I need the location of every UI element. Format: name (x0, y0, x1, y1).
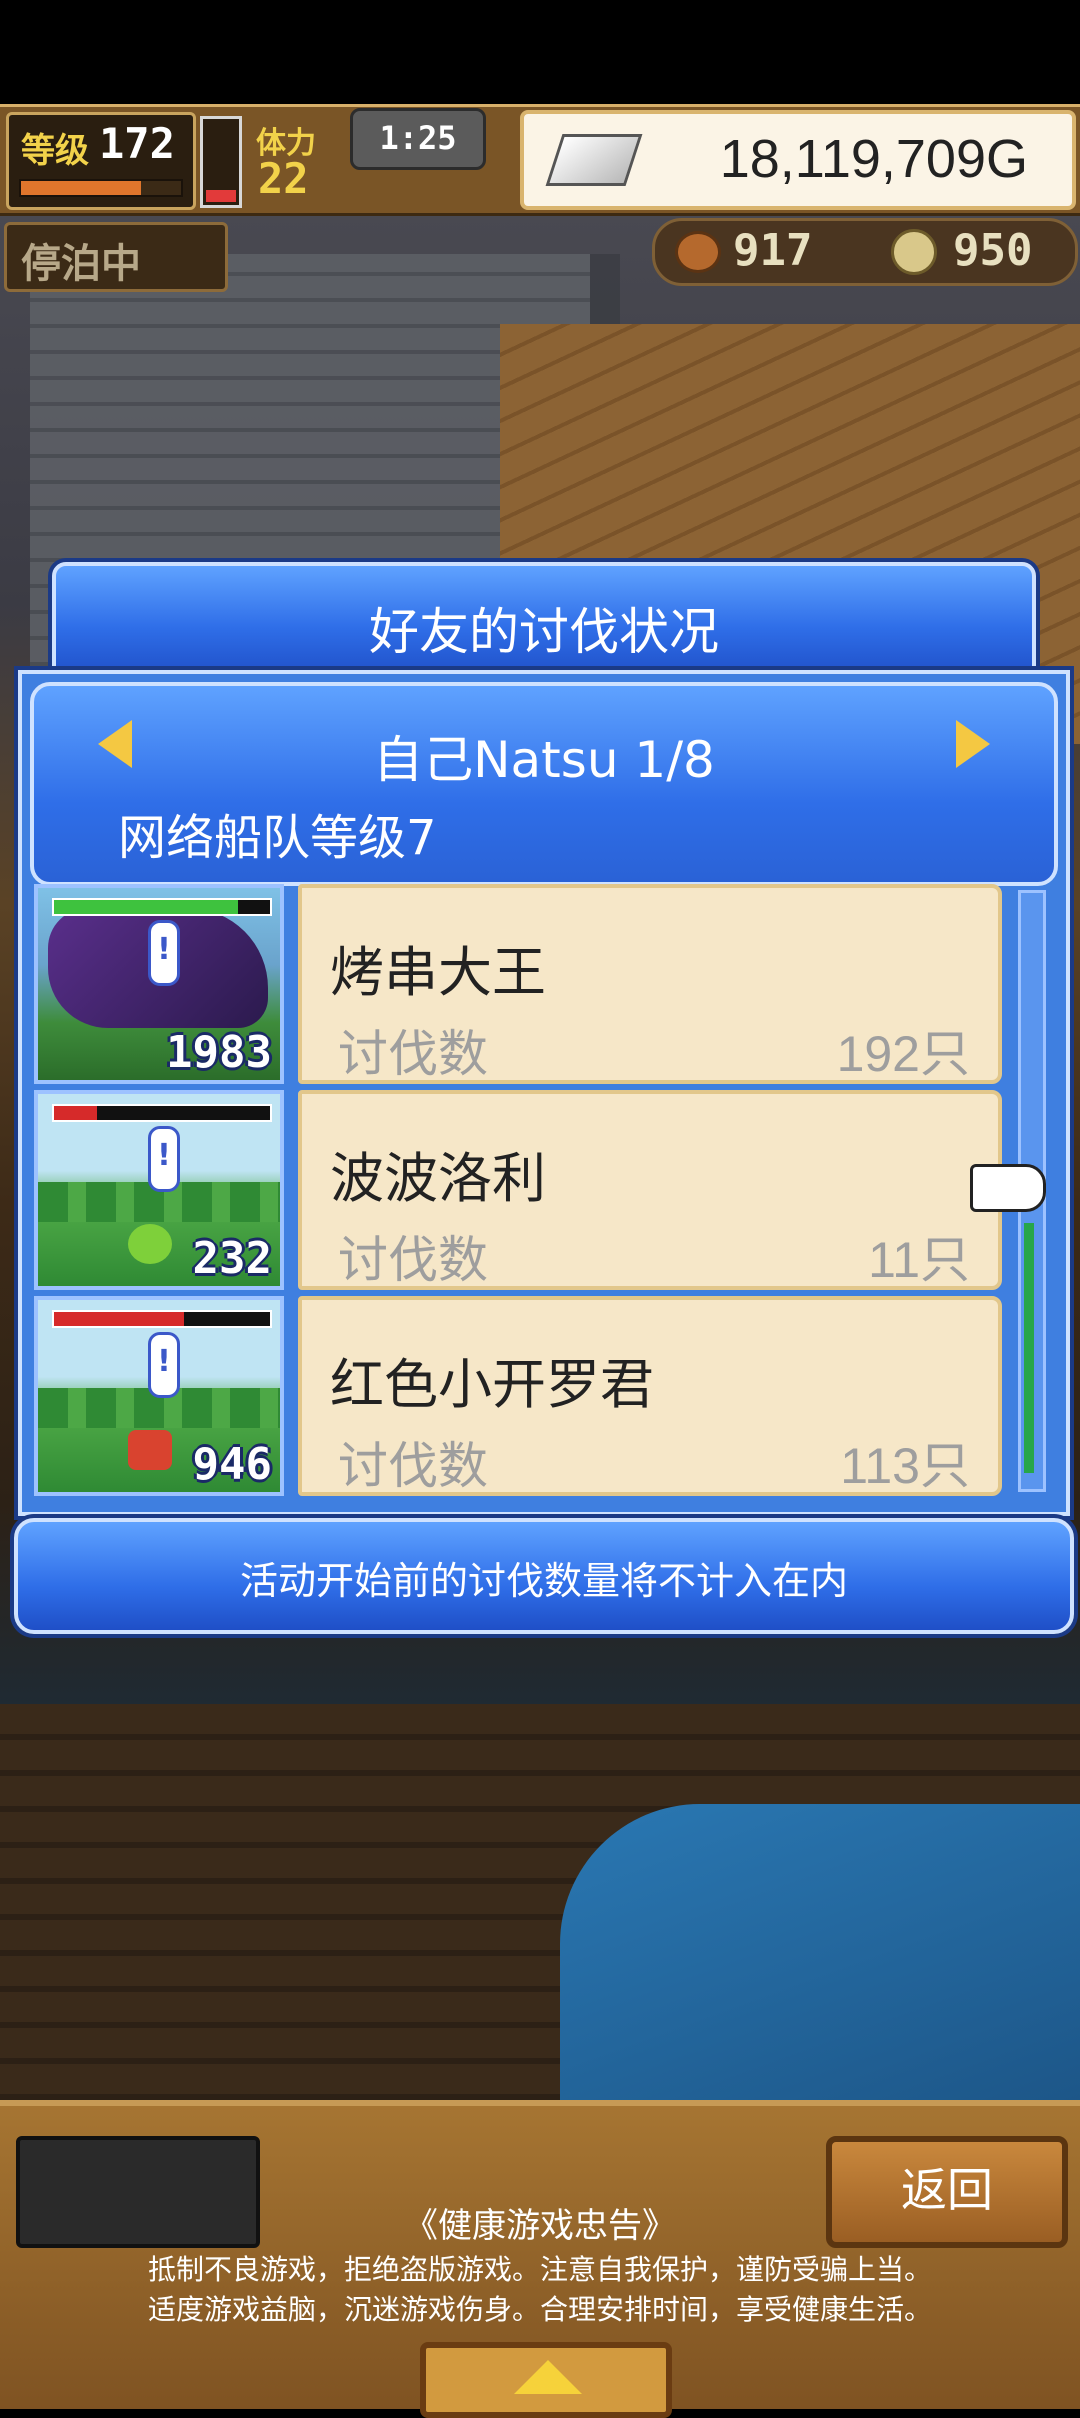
advisory-line-2: 适度游戏益脑，沉迷游戏伤身。合理安排时间，享受健康生活。 (147, 2293, 932, 2326)
bottom-bar: 返回 《健康游戏忠告》 抵制不良游戏，拒绝盗版游戏。注意自我保护，谨防受骗上当。… (0, 2100, 1080, 2418)
monster-name: 烤串大王 (330, 941, 546, 1004)
monster-hp-bar (52, 1310, 272, 1328)
notice-bar: 活动开始前的讨伐数量将不计入在内 (14, 1518, 1074, 1634)
gold-value: 18,119,709G (719, 129, 1028, 189)
entry-card: 波波洛利 讨伐数 11只 (298, 1090, 1002, 1290)
kill-label: 讨伐数 (338, 1437, 488, 1495)
monster-thumbnail: ! 946 (34, 1296, 284, 1496)
kill-label: 讨伐数 (338, 1231, 488, 1289)
player-header: 自己Natsu 1/8 网络船队等级7 (30, 682, 1058, 886)
level-panel: 等级 172 (6, 112, 196, 210)
monster-name: 红色小开罗君 (330, 1353, 654, 1416)
level-value: 172 (99, 119, 175, 168)
scrollbar-thumb[interactable] (1024, 1223, 1034, 1473)
coin-icon (891, 229, 937, 275)
gold-panel[interactable]: 18,119,709G (520, 110, 1076, 210)
alert-icon: ! (148, 1126, 180, 1192)
alert-icon: ! (148, 1332, 180, 1398)
level-progress-bar (19, 179, 183, 197)
meat-value: 917 (733, 225, 813, 276)
stamina-value: 22 (258, 154, 309, 203)
kill-value: 113只 (840, 1438, 970, 1494)
monster-sprite (128, 1224, 172, 1264)
status-area (0, 0, 1080, 104)
monster-name: 波波洛利 (330, 1147, 546, 1210)
up-arrow-icon (514, 2360, 582, 2394)
monster-thumbnail: ! 232 (34, 1090, 284, 1290)
level-progress-fill (21, 181, 141, 195)
meat-icon (675, 231, 721, 273)
docked-label: 停泊中 (21, 241, 141, 287)
monster-hp-fill (54, 1312, 184, 1326)
monster-hp-fill (54, 900, 238, 914)
level-label: 等级 (21, 131, 89, 171)
advisory-line-1: 抵制不良游戏，拒绝盗版游戏。注意自我保护，谨防受骗上当。 (147, 2253, 932, 2286)
entry-card: 红色小开罗君 讨伐数 113只 (298, 1296, 1002, 1496)
entry-card: 烤串大王 讨伐数 192只 (298, 884, 1002, 1084)
kill-label: 讨伐数 (338, 1025, 488, 1083)
monster-hp-bar (52, 898, 272, 916)
monster-hp-bar (52, 1104, 272, 1122)
docked-status[interactable]: 停泊中 (4, 222, 228, 292)
list-item[interactable]: ! 946 红色小开罗君 讨伐数 113只 (34, 1296, 1002, 1496)
silver-ingot-icon (545, 134, 643, 186)
list-item[interactable]: ! 232 波波洛利 讨伐数 11只 (34, 1090, 1002, 1290)
expand-menu-button[interactable] (420, 2342, 672, 2418)
fleet-level: 网络船队等级7 (118, 810, 437, 866)
alert-icon: ! (148, 920, 180, 986)
kill-list[interactable]: ! 1983 烤串大王 讨伐数 192只 ! 232 波波洛利 讨伐数 11只 … (34, 884, 1002, 1496)
monster-count: 1983 (166, 1027, 272, 1078)
advisory-title: 《健康游戏忠告》 (404, 2206, 676, 2246)
dialog-title: 好友的讨伐状况 (369, 603, 719, 661)
stamina-panel: 体力 22 (248, 112, 348, 204)
coin-value: 950 (953, 225, 1033, 276)
hp-gauge (200, 116, 242, 208)
dialog-title-bar: 好友的讨伐状况 (52, 562, 1036, 682)
monster-hp-fill (54, 1106, 98, 1120)
resource-panel: 917 950 (652, 218, 1078, 286)
monster-count: 232 (192, 1233, 272, 1284)
notice-text: 活动开始前的讨伐数量将不计入在内 (239, 1559, 848, 1603)
kill-value: 11只 (868, 1232, 970, 1288)
timer: 1:25 (350, 108, 486, 170)
hp-gauge-fill (206, 190, 236, 202)
kill-value: 192只 (836, 1026, 970, 1082)
pointer-hand-icon (970, 1164, 1046, 1212)
player-name: 自己Natsu 1/8 (373, 731, 715, 789)
monster-count: 946 (192, 1439, 272, 1490)
monster-sprite (128, 1430, 172, 1470)
next-arrow-icon[interactable] (956, 720, 990, 768)
list-item[interactable]: ! 1983 烤串大王 讨伐数 192只 (34, 884, 1002, 1084)
monster-thumbnail: ! 1983 (34, 884, 284, 1084)
